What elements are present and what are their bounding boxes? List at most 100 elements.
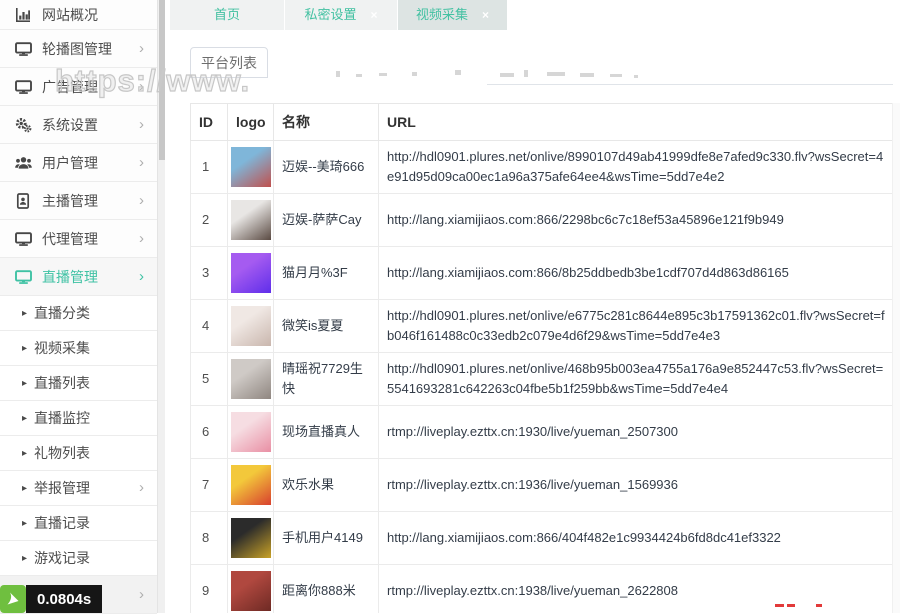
name-cell: 欢乐水果: [273, 458, 379, 512]
table-row: 5 晴瑶祝7729生快 http://hdl0901.plures.net/onli…: [190, 352, 894, 406]
watermark-remnant: [610, 74, 622, 77]
name-cell: 手机用户4149: [273, 511, 379, 565]
watermark-remnant: [580, 73, 594, 77]
monitor-icon: [13, 269, 33, 285]
url-cell: http://lang.xiamijiaos.com:866/8b25ddbed…: [378, 246, 894, 300]
logo-image: [231, 253, 271, 293]
sidebar-item-label: 网站概况: [42, 6, 98, 23]
red-mark: [816, 604, 822, 607]
speed-badge-icon: [0, 585, 26, 613]
watermark-remnant: [336, 71, 340, 77]
tab-video-collect[interactable]: 视频采集 ×: [398, 0, 507, 30]
sidebar-item-video-collect[interactable]: ▸ 视频采集: [0, 331, 157, 366]
chevron-right-icon: ›: [139, 267, 144, 285]
name-cell: 猫月月%3F: [273, 246, 379, 300]
sidebar-item-live-management[interactable]: 直播管理 ›: [0, 258, 157, 296]
logo-cell: [227, 405, 274, 459]
id-cell: 4: [190, 299, 228, 353]
chevron-right-icon: ›: [139, 39, 144, 57]
table-header-row: ID logo 名称 URL: [190, 103, 894, 141]
url-cell: rtmp://liveplay.ezttx.cn:1930/live/yuema…: [378, 405, 894, 459]
id-cell: 5: [190, 352, 228, 406]
sidebar-item-label: 视频采集: [34, 340, 91, 356]
red-mark: [787, 604, 795, 607]
close-icon[interactable]: ×: [371, 8, 378, 22]
table-row: 1 迈娱--美琦666 http://hdl0901.plures.net/onli…: [190, 140, 894, 194]
tab-label: 私密设置: [304, 7, 357, 22]
platform-table: ID logo 名称 URL 1 迈娱--美琦666 http://hdl0901.plu…: [190, 103, 894, 613]
watermark-remnant: [634, 75, 638, 78]
logo-image: [231, 465, 271, 505]
triangle-right-icon: ▸: [22, 412, 28, 424]
id-cell: 9: [190, 564, 228, 613]
table-row: 8 手机用户4149 http://lang.xiamijiaos.com:866/…: [190, 511, 894, 565]
watermark-remnant: [412, 72, 417, 76]
chevron-right-icon: ›: [139, 229, 144, 247]
sidebar-item-live-category[interactable]: ▸ 直播分类: [0, 296, 157, 331]
sidebar-item-anchor-management[interactable]: 主播管理 ›: [0, 182, 157, 220]
triangle-right-icon: ▸: [22, 447, 28, 459]
logo-cell: [227, 458, 274, 512]
logo-image: [231, 200, 271, 240]
id-cell: 2: [190, 193, 228, 247]
chevron-right-icon: ›: [139, 115, 144, 133]
sidebar-item-live-monitor[interactable]: ▸ 直播监控: [0, 401, 157, 436]
close-icon[interactable]: ×: [482, 8, 489, 22]
table-row: 4 微笑is夏夏 http://hdl0901.plures.net/onlive/…: [190, 299, 894, 353]
tab-home[interactable]: 首页: [170, 0, 284, 30]
id-cell: 1: [190, 140, 228, 194]
sidebar-item-agent-management[interactable]: 代理管理 ›: [0, 220, 157, 258]
url-cell: http://hdl0901.plures.net/onlive/468b95b…: [378, 352, 894, 406]
sidebar-item-label: 直播列表: [34, 375, 91, 391]
logo-image: [231, 518, 271, 558]
logo-image: [231, 147, 271, 187]
column-header: ID: [190, 103, 228, 141]
sidebar-item-live-records[interactable]: ▸ 直播记录: [0, 506, 157, 541]
sidebar-item-label: 广告管理: [42, 78, 98, 95]
watermark-remnant: [379, 73, 387, 76]
name-cell: 晴瑶祝7729生快: [273, 352, 379, 406]
url-cell: http://hdl0901.plures.net/onlive/e6775c2…: [378, 299, 894, 353]
tab-bar: 首页 私密设置 × 视频采集 ×: [165, 0, 900, 30]
sidebar-item-ad-management[interactable]: 广告管理 ›: [0, 68, 157, 106]
sidebar-item-gift-list[interactable]: ▸ 礼物列表: [0, 436, 157, 471]
id-card-icon: [13, 192, 33, 209]
main-area: 首页 私密设置 × 视频采集 × 平台列表 ID logo 名称 URL 1 迈娱--美琦666…: [165, 0, 900, 613]
monitor-icon: [13, 79, 33, 95]
sidebar-item-user-management[interactable]: 用户管理 ›: [0, 144, 157, 182]
sidebar-item-label: 直播监控: [34, 410, 91, 426]
content-scrollbar[interactable]: [892, 103, 900, 613]
sidebar-item-report-management[interactable]: ▸ 举报管理 ›: [0, 471, 157, 506]
triangle-right-icon: ▸: [22, 342, 28, 354]
logo-cell: [227, 511, 274, 565]
card-header-divider: [487, 84, 893, 85]
triangle-right-icon: ▸: [22, 517, 28, 529]
name-cell: 距离你888米: [273, 564, 379, 613]
chevron-right-icon: ›: [139, 153, 144, 171]
sidebar-item-system-settings[interactable]: 系统设置 ›: [0, 106, 157, 144]
sidebar-item-live-list[interactable]: ▸ 直播列表: [0, 366, 157, 401]
triangle-right-icon: ▸: [22, 552, 28, 564]
table-row: 2 迈娱-萨萨Cay http://lang.xiamijiaos.com:866/…: [190, 193, 894, 247]
platform-table-wrap: ID logo 名称 URL 1 迈娱--美琦666 http://hdl0901.plu…: [190, 103, 894, 613]
id-cell: 7: [190, 458, 228, 512]
logo-cell: [227, 193, 274, 247]
tab-platform-list[interactable]: 平台列表: [190, 47, 268, 78]
chevron-right-icon: ›: [139, 478, 144, 496]
sidebar-item-label: 轮播图管理: [42, 40, 112, 57]
tab-private-settings[interactable]: 私密设置 ×: [285, 0, 397, 30]
sidebar-item-banner-management[interactable]: 轮播图管理 ›: [0, 30, 157, 68]
logo-cell: [227, 352, 274, 406]
logo-cell: [227, 246, 274, 300]
watermark-remnant: [455, 70, 461, 75]
sidebar-item-label: 举报管理: [34, 480, 91, 496]
sidebar-item-game-records[interactable]: ▸ 游戏记录: [0, 541, 157, 576]
table-row: 7 欢乐水果 rtmp://liveplay.ezttx.cn:1936/live/…: [190, 458, 894, 512]
sidebar-item-site-overview[interactable]: 网站概况: [0, 0, 157, 30]
tab-label: 首页: [213, 7, 240, 22]
sidebar-scrollbar[interactable]: [157, 0, 166, 613]
page-load-overlay: 0.0804s: [0, 585, 103, 613]
id-cell: 3: [190, 246, 228, 300]
bar-chart-icon: [13, 7, 33, 23]
url-cell: rtmp://liveplay.ezttx.cn:1936/live/yuema…: [378, 458, 894, 512]
